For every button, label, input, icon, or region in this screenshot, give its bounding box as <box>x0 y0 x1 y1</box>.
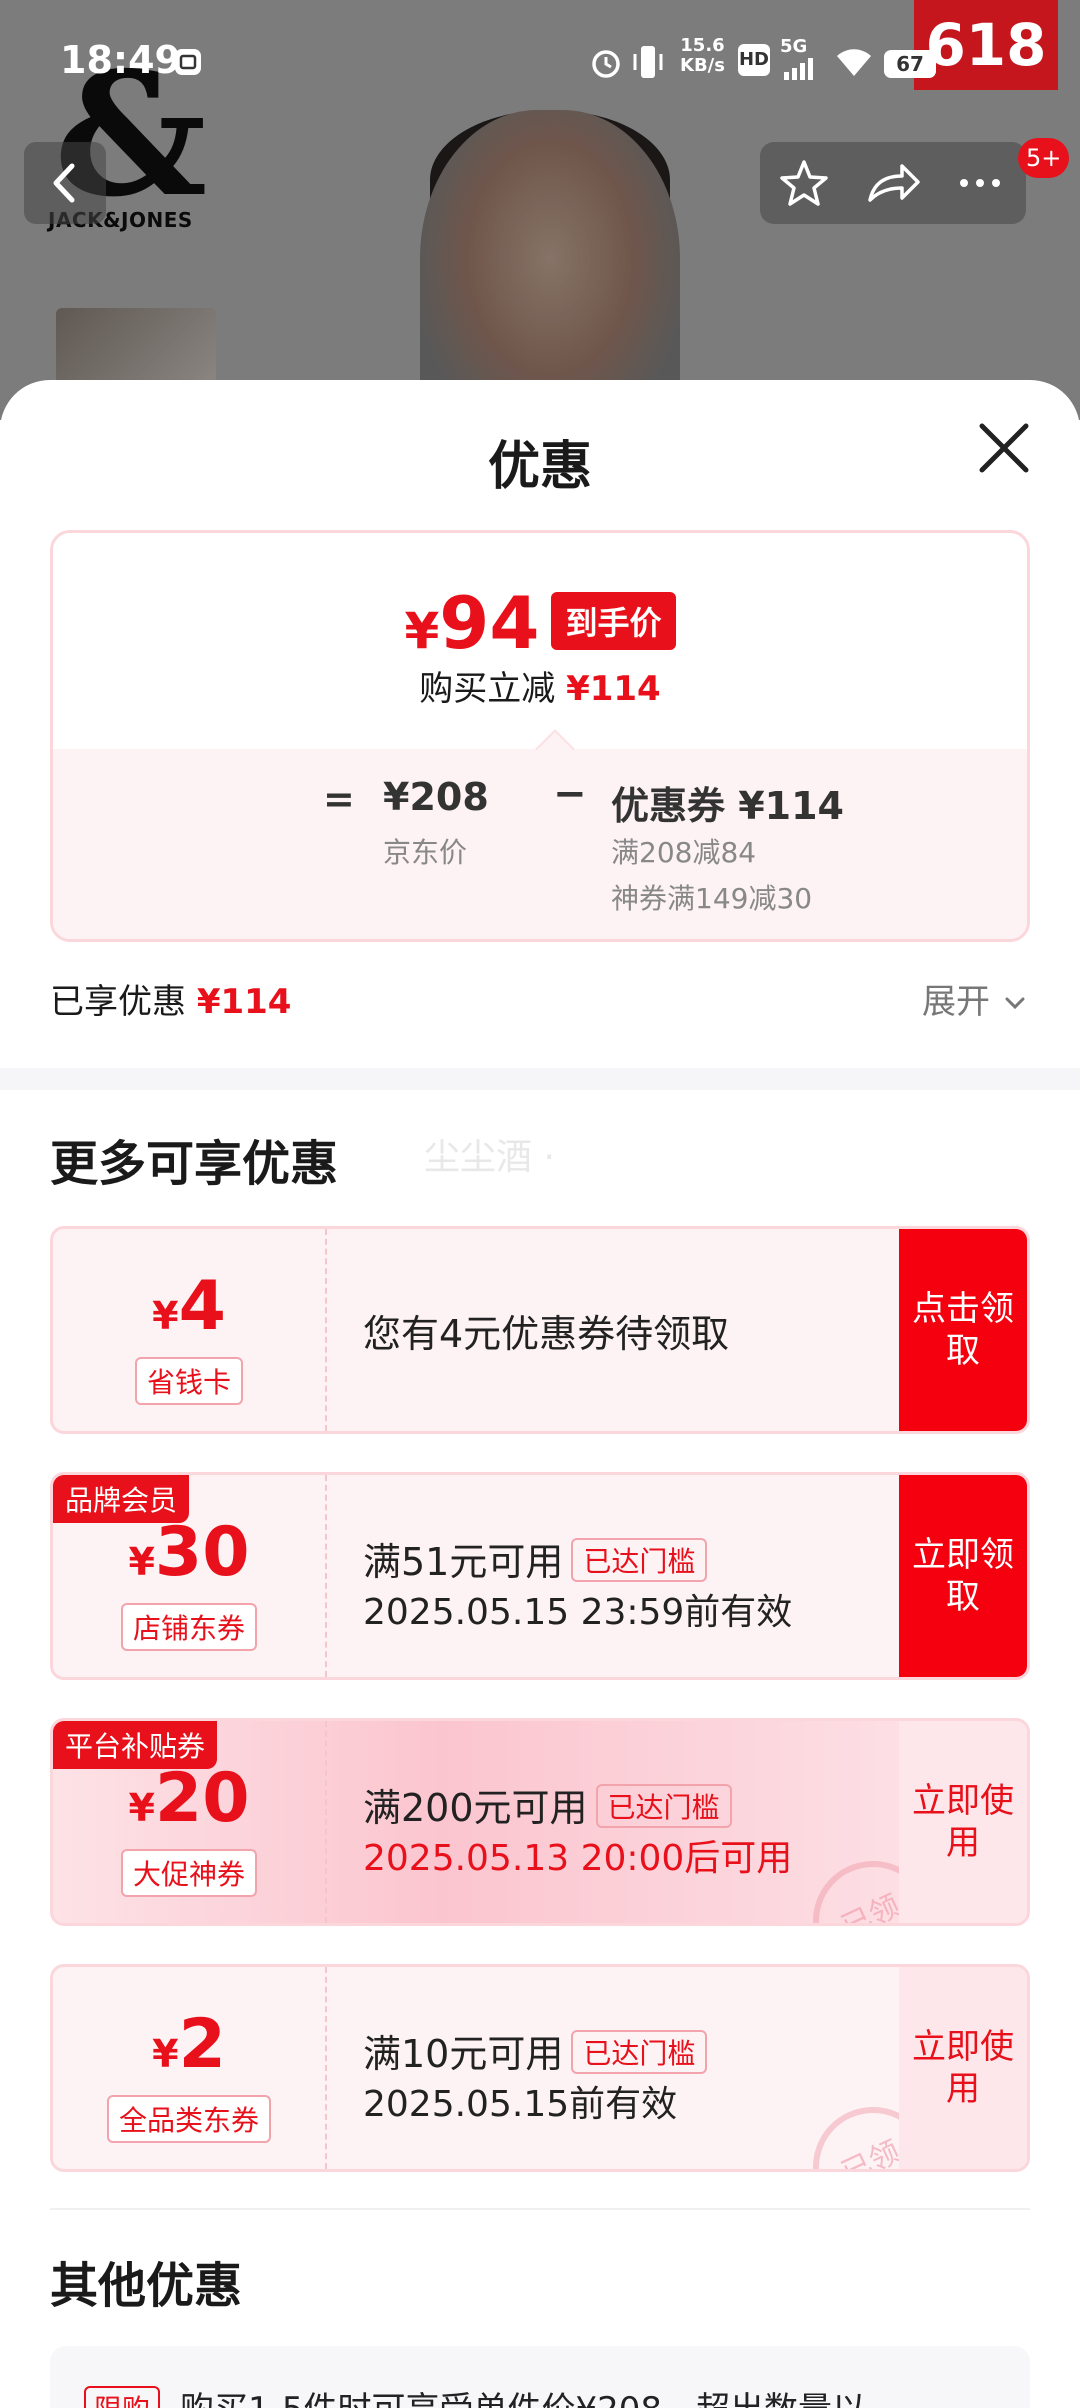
status-bar: 18:49 15.6 KB/s HD 5G 67 <box>0 30 1080 94</box>
minus-sign: − <box>553 771 587 817</box>
coupon-type-tag: 省钱卡 <box>134 1357 244 1405</box>
coupon-perforation <box>325 1721 327 1923</box>
coupon-amount: ¥20 <box>128 1759 250 1838</box>
coupon-threshold: 满200元可用 已达门槛 <box>363 1777 732 1832</box>
coupon-threshold: 满10元可用 已达门槛 <box>363 2023 708 2078</box>
top-action-group <box>760 142 1026 224</box>
more-dots-icon <box>960 179 1000 187</box>
status-time: 18:49 <box>60 38 181 82</box>
coupon-card: ¥20 大促神券 平台补贴券 满200元可用 已达门槛 2025.05.13 20… <box>50 1718 1030 1926</box>
final-price-tag: 到手价 <box>551 592 676 650</box>
jd-price-value: ¥208 <box>383 775 489 819</box>
coupon-info: 您有4元优惠券待领取 <box>363 1229 923 1431</box>
threshold-reached-tag: 已达门槛 <box>571 2030 708 2074</box>
coupon-type-tag: 全品类东券 <box>106 2095 272 2143</box>
final-price-value: 94 <box>439 581 540 665</box>
coupon-info: 满51元可用 已达门槛 2025.05.15 23:59前有效 <box>363 1475 923 1677</box>
expand-button[interactable]: 展开 <box>922 974 1029 1023</box>
coupon-validity: 2025.05.15 23:59前有效 <box>363 1592 793 1633</box>
chevron-down-icon <box>1005 997 1025 1010</box>
share-icon <box>868 164 920 202</box>
price-formula: = ¥208 京东价 − 优惠券 ¥114 满208减84 神券满149减30 <box>53 729 1027 939</box>
other-discount-text: 购买1-5件时可享受单件价¥208，超出数量以 <box>180 2382 866 2408</box>
coupon-detail-line: 神券满149减30 <box>611 882 813 915</box>
platform-subsidy-tag: 平台补贴券 <box>53 1721 218 1769</box>
coupon-amount: ¥2 <box>152 2005 226 2084</box>
5g-label: 5G <box>780 36 808 57</box>
enjoyed-discount-amount: ¥114 <box>196 982 292 1022</box>
coupon-type-tag: 店铺东券 <box>120 1603 258 1651</box>
coupon-amount: ¥30 <box>128 1513 250 1592</box>
coupon-type-tag: 大促神券 <box>120 1849 258 1897</box>
coupon-card: ¥4 省钱卡 您有4元优惠券待领取 点击领取 <box>50 1226 1030 1434</box>
more-discounts-title: 更多可享优惠 <box>50 1136 339 1192</box>
star-icon <box>780 160 828 206</box>
enjoyed-discount: 已享优惠 ¥114 <box>50 982 292 1022</box>
threshold-reached-tag: 已达门槛 <box>595 1784 732 1828</box>
final-price-area: ¥94 到手价 购买立减 ¥114 <box>53 533 1027 749</box>
coupon-card: ¥30 店铺东券 品牌会员 满51元可用 已达门槛 2025.05.15 23:5… <box>50 1472 1030 1680</box>
purchase-limit-tag: 限购 <box>84 2386 161 2408</box>
coupon-amount-area: ¥2 全品类东券 <box>53 1967 325 2169</box>
threshold-reached-tag: 已达门槛 <box>571 1538 708 1582</box>
final-price: ¥94 到手价 <box>53 581 1027 665</box>
vibrate-icon <box>633 46 663 78</box>
favorite-button[interactable] <box>760 142 848 224</box>
claim-coupon-button[interactable]: 点击领取 <box>899 1229 1027 1431</box>
network-speed: 15.6 KB/s <box>680 35 725 76</box>
instant-saving: 购买立减 ¥114 <box>419 669 661 709</box>
section-divider <box>0 1068 1080 1090</box>
watermark-text: 尘尘酒 · <box>424 1137 555 1178</box>
coupon-card: ¥2 全品类东券 满10元可用 已达门槛 2025.05.15前有效 已领 立即使… <box>50 1964 1030 2172</box>
equals-sign: = <box>323 777 355 821</box>
back-button[interactable] <box>24 142 106 224</box>
wifi-icon <box>837 49 871 76</box>
alarm-icon <box>592 50 620 78</box>
price-breakdown-card: ¥94 到手价 购买立减 ¥114 = ¥208 京东价 − 优惠券 ¥114 满… <box>50 530 1030 942</box>
coupon-detail-line: 满208减84 <box>611 836 757 869</box>
sheet-title: 优惠 <box>487 437 592 497</box>
more-button[interactable] <box>936 142 1024 224</box>
coupon-amount-area: ¥4 省钱卡 <box>53 1229 325 1431</box>
chevron-left-icon <box>53 163 75 203</box>
other-discounts-title: 其他优惠 <box>50 2258 243 2314</box>
message-count-badge: 5+ <box>1018 138 1070 178</box>
coupon-description: 您有4元优惠券待领取 <box>363 1312 730 1356</box>
use-coupon-button[interactable]: 立即使用 <box>899 1721 1027 1923</box>
coupon-perforation <box>325 1967 327 2169</box>
share-button[interactable] <box>848 142 936 224</box>
brand-member-tag: 品牌会员 <box>53 1475 190 1523</box>
instant-saving-amount: ¥114 <box>566 669 661 709</box>
signal-bars-icon <box>784 58 813 80</box>
jd-price-label: 京东价 <box>383 836 468 869</box>
battery-indicator: 67 <box>884 50 936 78</box>
notification-app-icon <box>175 49 201 75</box>
discount-bottom-sheet: 优惠 ¥94 到手价 购买立减 ¥114 = ¥208 京东价 − 优惠券 ¥11… <box>0 380 1080 2408</box>
coupon-total: 优惠券 ¥114 <box>611 784 844 828</box>
use-coupon-button[interactable]: 立即使用 <box>899 1967 1027 2169</box>
close-icon <box>979 423 1029 473</box>
close-button[interactable] <box>976 420 1032 476</box>
section-divider <box>50 2208 1030 2210</box>
coupon-validity: 2025.05.13 20:00后可用 <box>363 1838 793 1879</box>
coupon-threshold: 满51元可用 已达门槛 <box>363 1531 708 1586</box>
coupon-perforation <box>325 1475 327 1677</box>
coupon-perforation <box>325 1229 327 1431</box>
other-discount-item[interactable]: 限购 购买1-5件时可享受单件价¥208，超出数量以 <box>50 2346 1030 2408</box>
coupon-amount: ¥4 <box>152 1267 226 1346</box>
coupon-validity: 2025.05.15前有效 <box>363 2084 678 2125</box>
claim-coupon-button[interactable]: 立即领取 <box>899 1475 1027 1677</box>
hd-icon: HD <box>738 44 770 76</box>
